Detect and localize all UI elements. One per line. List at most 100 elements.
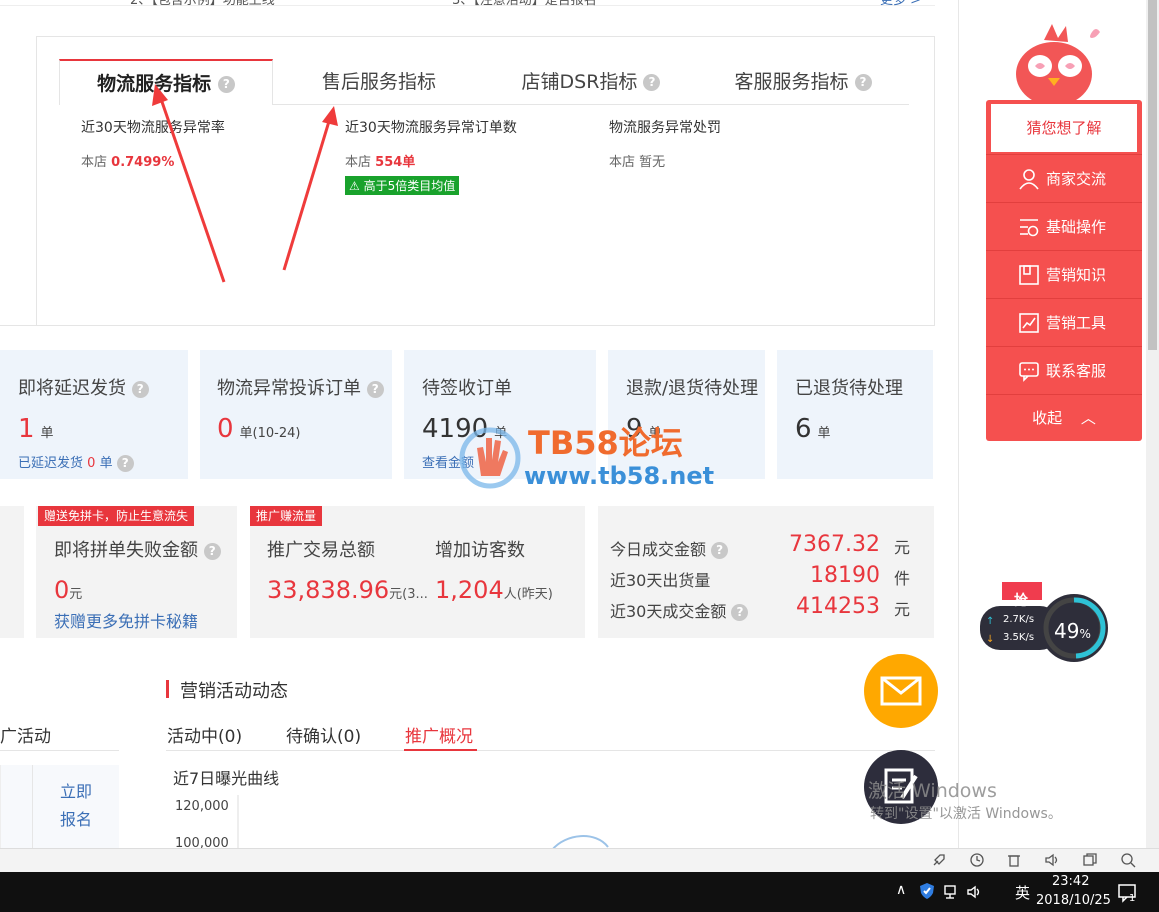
sidebar-item-marketing-tools[interactable]: 营销工具 [986,298,1142,346]
chevron-up-icon[interactable]: ∧ [896,882,906,898]
bird-mascot-icon [1016,24,1100,104]
windows-taskbar [0,872,1159,912]
clock-time[interactable]: 23:42 [1052,874,1089,889]
link-value: 0 [87,456,96,471]
volume-icon[interactable] [1044,852,1060,868]
help-icon[interactable]: ? [131,380,149,398]
promo-unit: 人(昨天) [503,587,553,602]
stat-title: 退款/退货待处理 [626,378,759,399]
stat-delay-shipping[interactable]: 即将延迟发货 ? 1单 已延迟发货 0 单 ? [0,350,188,479]
stat-logistics-complaint[interactable]: 物流异常投诉订单 ? 0 单(10-24) [200,350,392,479]
link-unit: 单 [99,456,113,471]
tab-pending-confirm[interactable]: 待确认(0) [286,722,361,747]
cpu-percent: 49% [1054,619,1091,643]
exposure-chart [237,795,609,850]
free-card-link[interactable]: 获赠更多免拼卡秘籍 [54,608,198,632]
promo-tuiguang[interactable]: 推广赚流量 推广交易总额 33,838.96元(3... 增加访客数 1,204… [250,506,585,638]
notification-icon[interactable] [1117,882,1139,904]
people-icon [1019,169,1039,190]
download-unit: K/s [1018,632,1035,643]
promo-unit: 元(3... [389,587,428,602]
sidebar-item-label: 基础操作 [1046,218,1107,236]
sidebar-item-contact-service[interactable]: 联系客服 [986,346,1142,394]
rocket-icon[interactable] [931,852,947,868]
promo-left-stub [0,506,24,638]
settings-icon [1020,219,1039,237]
y-tick-label: 120,000 [175,799,229,814]
summary-unit: 元 [893,600,910,619]
download-value: 3.5 [1003,632,1019,643]
stat-title: 待签收订单 [422,378,512,399]
windows-activation-hint: 转到"设置"以激活 Windows。 [870,806,1062,822]
sidebar-item-label: 营销知识 [1046,266,1107,284]
left-divider [0,750,119,751]
stat-unit: 单 [817,426,831,441]
promo-value: 1,204 [435,576,504,604]
stat-title: 物流异常投诉订单 [217,378,361,399]
promo-pin-fail[interactable]: 赠送免拼卡，防止生意流失 即将拼单失败金额 ? 0元 获赠更多免拼卡秘籍 [36,506,237,638]
promo-title: 增加访客数 [435,540,525,561]
scrollbar-thumb[interactable] [1148,0,1157,350]
speaker-icon[interactable] [966,883,984,901]
help-icon[interactable]: ? [203,542,221,560]
exposure-chart-title: 近7日曝光曲线 [173,769,280,788]
tab-promotion-overview[interactable]: 推广概况 [405,722,473,747]
left-activity-tab[interactable]: 广活动 [0,722,51,747]
clock-date[interactable]: 2018/10/25 [1036,893,1111,908]
section-accent-bar [166,680,169,698]
delayed-link[interactable]: 已延迟发货 0 单 ? [18,452,134,472]
sidebar-item-basic-ops[interactable]: 基础操作 [986,202,1142,250]
sidebar-item-merchant-exchange[interactable]: 商家交流 [986,154,1142,202]
summary-label: 近30天出货量 [610,571,711,590]
message-button[interactable] [864,654,938,728]
window-icon[interactable] [1082,852,1098,868]
join-now-button[interactable]: 立即报名 [56,778,96,834]
sidebar-item-marketing-knowledge[interactable]: 营销知识 [986,250,1142,298]
collapse-button[interactable]: 收起 ︿ [986,394,1142,441]
zoom-icon[interactable] [1120,852,1136,868]
promo-title: 即将拼单失败金额 [54,540,198,561]
summary-unit: 件 [893,569,910,588]
svg-text:↑: ↑ [986,616,994,627]
promo-ribbon: 推广赚流量 [250,506,323,526]
promo-unit: 元 [69,587,83,602]
summary-row: 近30天成交金额 ? 414253 元 [610,594,922,622]
watermark-title: TB58论坛 [528,424,683,462]
stat-unit: 单 [40,426,54,441]
summary-label: 近30天成交金额 [610,602,727,621]
stat-returned-pending[interactable]: 已退货待处理 6单 [777,350,933,479]
promo-sales-summary: 今日成交金额 ? 7367.32 元 近30天出货量 18190 件 近30天成… [598,506,934,638]
notification-count: 1 [1129,893,1136,904]
marketing-tab-divider [166,750,935,751]
stat-title: 即将延迟发货 [18,378,126,399]
book-icon [1019,265,1039,285]
stat-unit: 单(10-24) [239,426,301,441]
trash-icon[interactable] [1006,852,1022,868]
refresh-icon[interactable] [969,852,985,868]
network-icon[interactable] [943,883,961,901]
tab-active-campaigns[interactable]: 活动中(0) [167,722,242,747]
stat-value: 6 [795,414,812,444]
sidebar-item-label: 营销工具 [1046,314,1107,332]
promo-value: 0 [54,576,70,604]
network-speed-widget[interactable]: ↑ ↓ [978,580,1118,670]
link-label: 已延迟发货 [18,456,84,471]
shield-icon[interactable] [918,882,936,900]
chat-icon [1019,362,1039,382]
mail-icon [880,676,922,706]
promo-ribbon: 赠送免拼卡，防止生意流失 [38,506,195,526]
summary-row: 今日成交金额 ? 7367.32 元 [610,532,922,560]
summary-unit: 元 [893,538,910,557]
help-icon[interactable]: ? [116,455,134,472]
windows-activation-title: 激活 Windows [868,780,997,802]
help-icon[interactable]: ? [731,604,749,621]
stat-title: 已退货待处理 [795,378,903,399]
help-icon[interactable]: ? [366,380,384,398]
input-language-indicator[interactable]: 英 [1015,882,1030,903]
sidebar-item-label: 商家交流 [1046,170,1107,188]
summary-value: 414253 [796,594,880,619]
help-icon[interactable]: ? [711,542,729,559]
guess-you-want-button[interactable]: 猜您想了解 [991,104,1137,152]
summary-label: 今日成交金额 [610,540,707,559]
watermark-url: www.tb58.net [524,462,715,490]
